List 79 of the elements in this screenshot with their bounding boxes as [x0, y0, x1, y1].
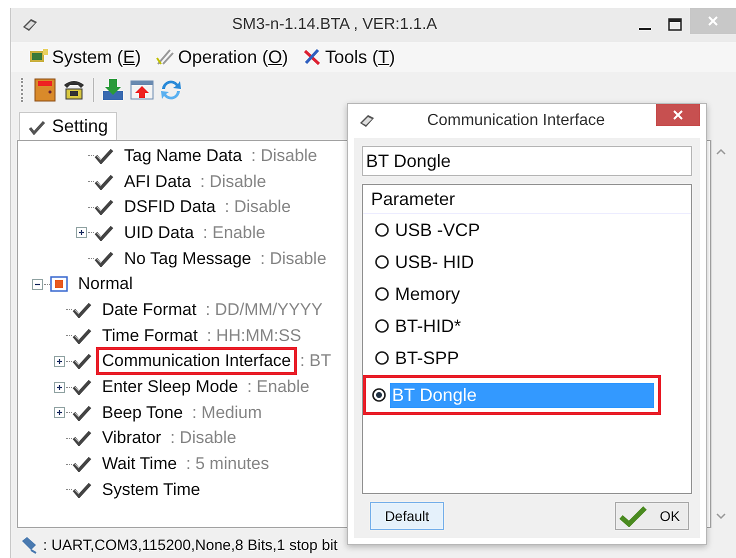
checkmark-icon [72, 482, 92, 498]
menu-item[interactable]: Tools (T) [302, 46, 396, 68]
app-icon [358, 113, 376, 129]
tree-item[interactable]: Normal [72, 270, 139, 298]
radio-button[interactable] [371, 387, 387, 403]
radio-button[interactable] [374, 286, 390, 302]
radio-button[interactable] [374, 350, 390, 366]
checkmark-icon [28, 118, 46, 134]
radio-button[interactable] [374, 254, 390, 270]
radio-button[interactable] [374, 222, 390, 238]
window-title: SM3-n-1.14.BTA , VER:1.1.A [230, 16, 438, 34]
list-icon [50, 276, 68, 292]
radio-option[interactable]: BT-HID* [363, 310, 661, 342]
tree-item[interactable]: Date Format [96, 296, 202, 324]
dialog-title: Communication Interface [426, 112, 606, 130]
checkmark-icon [72, 379, 92, 396]
tree-item[interactable]: Vibrator [96, 424, 168, 452]
setting-value: : Disable [224, 197, 291, 218]
setting-value: : Disable [200, 172, 266, 192]
expander-icon[interactable] [54, 382, 65, 393]
checkmark-icon [94, 250, 114, 267]
checkmark-icon [72, 302, 92, 318]
maximize-icon[interactable] [667, 17, 683, 33]
column-header: Parameter [371, 188, 456, 210]
expander-icon[interactable] [76, 227, 87, 238]
door-icon[interactable] [32, 77, 58, 103]
expander-icon[interactable] [32, 278, 43, 290]
checkmark-icon [618, 505, 648, 527]
checkmark-icon [94, 148, 114, 164]
setting-value: : DD/MM/YYYY [205, 300, 323, 320]
radio-option[interactable]: BT-SPP [363, 342, 661, 374]
close-button[interactable] [656, 104, 700, 126]
checkmark-icon [94, 174, 114, 190]
setting-value: : Disable [251, 146, 318, 166]
setting-value: : Medium [192, 402, 262, 423]
checkmark-icon [94, 224, 114, 241]
tree-item[interactable]: System Time [96, 476, 206, 504]
value-field[interactable]: BT Dongle [362, 146, 692, 176]
checkmark-icon [72, 430, 92, 446]
expander-icon[interactable] [54, 407, 65, 418]
setting-value: : HH:MM:SS [206, 326, 302, 346]
checkmark-icon [72, 456, 92, 472]
checkmark-icon [72, 404, 92, 421]
tree-item[interactable]: DSFID Data [118, 193, 222, 222]
tree-item[interactable]: Enter Sleep Mode [96, 373, 244, 402]
setting-value: : Disable [260, 248, 326, 269]
setting-value: : Enable [202, 222, 266, 243]
setting-value: : Disable [170, 428, 236, 448]
radio-option[interactable]: Memory [363, 278, 661, 310]
tree-item[interactable]: Wait Time [96, 450, 183, 478]
tree-item[interactable]: No Tag Message [118, 244, 258, 273]
close-icon [672, 109, 684, 121]
menu-item[interactable]: Operation (O) [155, 46, 288, 68]
ok-button[interactable]: OK [615, 502, 689, 530]
checkmark-icon [72, 353, 92, 370]
tree-item[interactable]: Communication Interface [96, 347, 297, 376]
radio-button[interactable] [374, 318, 390, 334]
expander-icon[interactable] [54, 356, 65, 367]
setting-value: : 5 minutes [186, 454, 270, 474]
radio-option[interactable]: USB -VCP [363, 214, 661, 246]
default-button[interactable]: Default [370, 502, 444, 530]
menu-item[interactable]: System (E) [29, 46, 142, 68]
tree-item[interactable]: Beep Tone [96, 398, 189, 427]
radio-option[interactable]: USB- HID [363, 246, 661, 278]
checkmark-icon [72, 328, 92, 344]
pencil-icon [155, 48, 176, 66]
close-icon [707, 15, 719, 27]
tree-item[interactable]: UID Data [118, 218, 200, 247]
tree-item[interactable]: Tag Name Data [118, 142, 248, 170]
tree-item[interactable]: Time Format [96, 322, 204, 350]
tools-icon [302, 48, 322, 66]
download-icon[interactable] [100, 77, 126, 103]
setting-value: : BT [300, 351, 332, 372]
tree-item[interactable]: AFI Data [118, 168, 198, 196]
status-text: : UART,COM3,115200,None,8 Bits,1 stop bit [43, 536, 338, 554]
app-icon [21, 17, 39, 33]
checkmark-icon [94, 199, 114, 216]
setting-tab[interactable]: Setting [19, 112, 118, 140]
setting-value: : Enable [247, 377, 310, 398]
